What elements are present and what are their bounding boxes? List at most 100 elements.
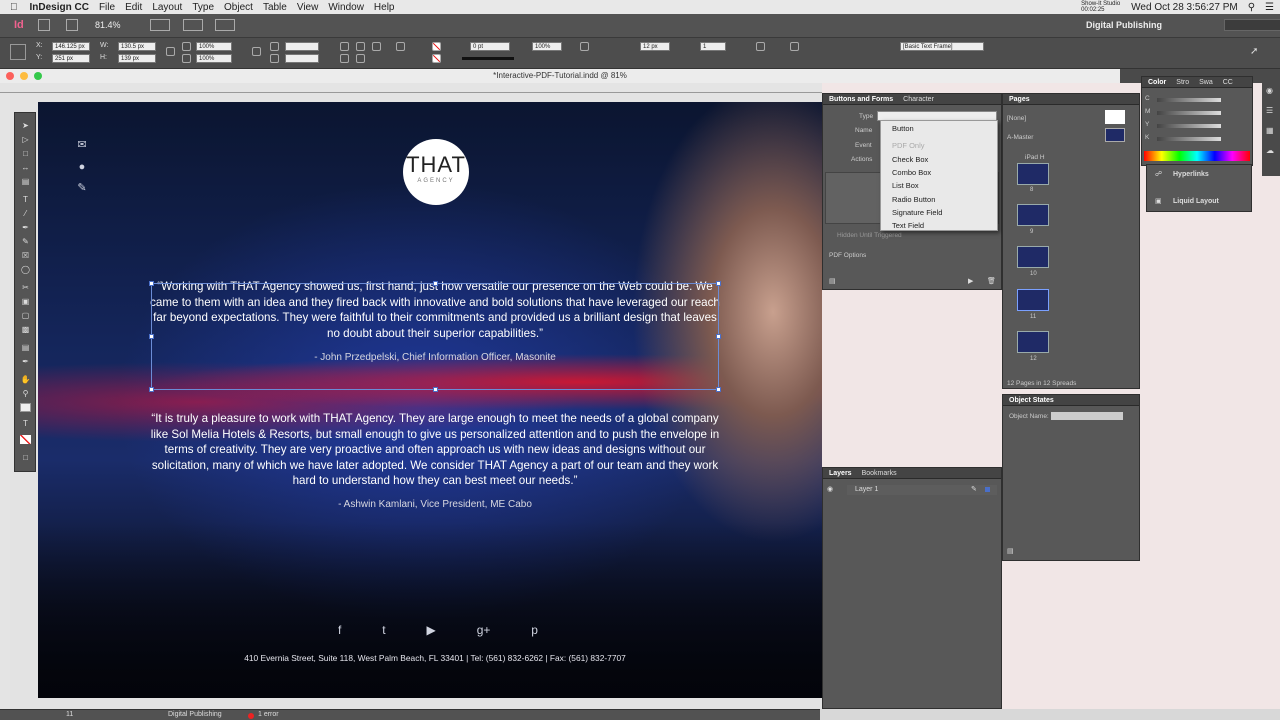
scale-x-icon[interactable] [182, 42, 191, 51]
spotlight-icon[interactable]: ⚲ [1248, 2, 1255, 13]
view-options-icon[interactable] [150, 19, 170, 31]
gutter-field[interactable]: 12 px [640, 42, 670, 51]
tab-buttons-and-forms[interactable]: Buttons and Forms [829, 96, 893, 103]
minibridge-icon[interactable] [66, 19, 78, 31]
frame-handle-tl[interactable] [149, 281, 154, 286]
workspace-switcher[interactable]: Digital Publishing [1086, 20, 1162, 30]
flip-h-icon[interactable] [372, 42, 381, 51]
a-master-thumb[interactable] [1105, 128, 1125, 142]
object-style-dropdown[interactable]: [Basic Text Frame] [900, 42, 984, 51]
tab-layers[interactable]: Layers [829, 470, 852, 477]
frame-handle-mr[interactable] [716, 334, 721, 339]
note-tool-icon[interactable]: ▤ [20, 343, 31, 352]
facebook-icon[interactable]: f [338, 623, 341, 637]
preflight-errors[interactable]: 1 error [258, 711, 279, 718]
microphone-icon[interactable]: ● [76, 161, 88, 173]
fitting-icon[interactable] [790, 42, 799, 51]
pencil-tool-icon[interactable]: ✎ [20, 237, 31, 246]
link-icon[interactable] [252, 47, 261, 56]
preview-spread-icon[interactable]: ▤ [1007, 547, 1014, 555]
menu-help[interactable]: Help [374, 2, 395, 13]
rotate-icon[interactable] [270, 42, 279, 51]
frame-handle-bl[interactable] [149, 387, 154, 392]
stroke-weight-field[interactable]: 0 pt [470, 42, 510, 51]
scale-y-icon[interactable] [182, 54, 191, 63]
gap-tool-icon[interactable]: ↔ [20, 163, 31, 172]
google-plus-icon[interactable]: g+ [477, 623, 491, 637]
menu-table[interactable]: Table [263, 2, 287, 13]
x-field[interactable]: 146.125 px [52, 42, 90, 51]
option-signature-field[interactable]: Signature Field [892, 208, 942, 217]
gradient-tool-icon[interactable]: ▢ [20, 311, 31, 320]
constrain-proportions-icon[interactable] [166, 47, 175, 56]
yellow-slider[interactable] [1157, 124, 1221, 128]
menu-file[interactable]: File [99, 2, 115, 13]
hidden-until-triggered-checkbox[interactable]: Hidden Until Triggered [837, 232, 902, 239]
frame-handle-bc[interactable] [433, 387, 438, 392]
line-tool-icon[interactable]: ⁄ [20, 209, 31, 218]
zoom-tool-icon[interactable]: ⚲ [20, 389, 31, 398]
ellipse-tool-icon[interactable]: ◯ [20, 265, 31, 274]
gradient-feather-tool-icon[interactable]: ▩ [20, 325, 31, 334]
liquid-layout-panel-button[interactable]: Liquid Layout [1173, 198, 1219, 205]
vertical-ruler[interactable] [0, 93, 10, 710]
zoom-window-icon[interactable] [34, 72, 42, 80]
convert-icon[interactable]: ▶ [968, 277, 973, 285]
stroke-panel-icon[interactable]: ☰ [1266, 106, 1273, 115]
eyedropper-tool-icon[interactable]: ✒ [20, 357, 31, 366]
color-spectrum[interactable] [1144, 151, 1250, 161]
tab-character[interactable]: Character [903, 96, 934, 103]
color-panel-icon[interactable]: ◉ [1266, 86, 1273, 95]
scale-y-field[interactable]: 100% [196, 54, 232, 63]
a-master[interactable]: A-Master [1007, 134, 1033, 141]
cc-libraries-icon[interactable]: ☁ [1266, 146, 1274, 155]
option-list-box[interactable]: List Box [892, 181, 919, 190]
align-top-icon[interactable] [756, 42, 765, 51]
minimize-window-icon[interactable] [20, 72, 28, 80]
app-menu[interactable]: InDesign CC [30, 2, 89, 13]
preflight-profile[interactable]: Digital Publishing [168, 711, 222, 718]
frame-handle-tr[interactable] [716, 281, 721, 286]
select-container-icon[interactable] [340, 54, 349, 63]
formatting-affects-icon[interactable]: T [20, 419, 31, 428]
opacity-field[interactable]: 100% [532, 42, 562, 51]
tab-bookmarks[interactable]: Bookmarks [862, 470, 897, 477]
select-content-icon[interactable] [356, 54, 365, 63]
reference-point-icon[interactable] [10, 44, 26, 60]
none-master-thumb[interactable] [1105, 110, 1125, 124]
hand-tool-icon[interactable]: ✋ [20, 375, 31, 384]
frame-handle-ml[interactable] [149, 334, 154, 339]
option-check-box[interactable]: Check Box [892, 155, 928, 164]
option-radio-button[interactable]: Radio Button [892, 195, 935, 204]
shear-icon[interactable] [270, 54, 279, 63]
direct-selection-tool-icon[interactable]: ▷ [20, 135, 31, 144]
page-thumb-11[interactable] [1017, 289, 1049, 311]
horizontal-scrollbar[interactable] [820, 709, 1280, 720]
apple-icon[interactable]:  [10, 2, 18, 13]
page-thumb-12[interactable] [1017, 331, 1049, 353]
tab-color[interactable]: Color [1148, 79, 1166, 86]
delete-icon[interactable]: 🗑 [987, 277, 996, 285]
rotate-cw-icon[interactable] [340, 42, 349, 51]
selection-tool-icon[interactable]: ➤ [20, 121, 31, 130]
type-tool-icon[interactable]: T [20, 195, 31, 204]
page-thumb-8[interactable] [1017, 163, 1049, 185]
screen-mode-icon[interactable] [183, 19, 203, 31]
width-field[interactable]: 130.5 px [118, 42, 156, 51]
text-wrap-icon[interactable] [580, 42, 589, 51]
selected-text-frame[interactable] [149, 281, 721, 392]
hyperlinks-panel-button[interactable]: Hyperlinks [1173, 171, 1209, 178]
none-master[interactable]: [None] [1007, 115, 1026, 122]
menu-object[interactable]: Object [224, 2, 253, 13]
frame-handle-tc[interactable] [433, 281, 438, 286]
stroke-none-icon[interactable] [432, 54, 441, 63]
page-tool-icon[interactable]: □ [20, 149, 31, 158]
object-name-field[interactable] [1051, 412, 1123, 420]
rectangle-frame-tool-icon[interactable]: ☒ [20, 251, 31, 260]
tab-swatches[interactable]: Swa [1199, 79, 1213, 86]
youtube-icon[interactable]: ▶ [427, 623, 436, 637]
tab-stroke[interactable]: Stro [1176, 79, 1189, 86]
horizontal-ruler[interactable] [0, 83, 822, 93]
menu-layout[interactable]: Layout [152, 2, 182, 13]
testimonial-quote-2[interactable]: “It is truly a pleasure to work with THA… [150, 411, 720, 489]
